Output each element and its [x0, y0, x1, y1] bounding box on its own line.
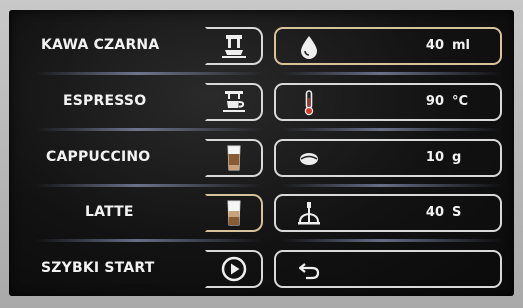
row-glow	[35, 72, 263, 75]
menu-row-cappuccino: CAPPUCCINO	[27, 139, 263, 187]
black-coffee-cup-icon	[219, 31, 249, 61]
coffee-bean-icon	[296, 146, 322, 172]
row-glow	[282, 239, 502, 242]
menu-row-espresso: ESPRESSO	[27, 83, 263, 131]
row-glow	[282, 72, 502, 75]
row-glow	[35, 128, 263, 131]
water-amount-button[interactable]: 40 ml	[274, 27, 502, 65]
menu-item-cappuccino[interactable]: CAPPUCCINO	[27, 139, 263, 177]
row-glow	[35, 184, 263, 187]
water-amount-unit: ml	[452, 38, 471, 53]
brewing-time-unit: S	[452, 205, 462, 220]
menu-item-label: SZYBKI START	[41, 260, 155, 276]
menu-item-kawa-czarna[interactable]: KAWA CZARNA	[27, 27, 263, 65]
menu-item-szybki-start[interactable]: SZYBKI START	[27, 250, 263, 288]
param-row-water: 40 ml	[274, 27, 502, 75]
menu-item-label: LATTE	[85, 204, 134, 220]
water-drop-icon	[296, 34, 322, 60]
menu-row-kawa-czarna: KAWA CZARNA	[27, 27, 263, 75]
row-glow	[35, 239, 263, 242]
latte-glass-icon	[219, 198, 249, 228]
cappuccino-glass-icon	[219, 143, 249, 173]
touch-screen: KAWA CZARNA ESPRESSO CAPPUCCINO LATTE SZ…	[9, 10, 514, 296]
coffee-amount-button[interactable]: 10 g	[274, 139, 502, 177]
menu-row-latte: LATTE	[27, 194, 263, 242]
back-button[interactable]	[274, 250, 502, 288]
menu-item-espresso[interactable]: ESPRESSO	[27, 83, 263, 121]
brewing-time-value: 40	[425, 205, 444, 220]
param-row-temperature: 90 °C	[274, 83, 502, 131]
menu-row-szybki-start: SZYBKI START	[27, 250, 263, 290]
menu-item-label: ESPRESSO	[63, 93, 147, 109]
thermometer-icon	[296, 90, 322, 116]
temperature-value: 90	[425, 94, 444, 109]
param-row-coffee: 10 g	[274, 139, 502, 187]
water-amount-value: 40	[425, 38, 444, 53]
play-icon	[219, 254, 249, 284]
back-arrow-icon	[296, 257, 322, 283]
espresso-cup-icon	[219, 87, 249, 117]
menu-item-label: CAPPUCCINO	[46, 149, 151, 165]
row-glow	[282, 184, 502, 187]
coffee-amount-unit: g	[452, 150, 462, 165]
brewing-time-button[interactable]: 40 S	[274, 194, 502, 232]
brewing-time-icon	[296, 201, 322, 227]
param-row-time: 40 S	[274, 194, 502, 242]
temperature-unit: °C	[452, 94, 469, 109]
menu-item-latte[interactable]: LATTE	[27, 194, 263, 232]
temperature-button[interactable]: 90 °C	[274, 83, 502, 121]
param-row-back	[274, 250, 502, 290]
coffee-amount-value: 10	[425, 150, 444, 165]
menu-item-label: KAWA CZARNA	[41, 37, 160, 53]
row-glow	[282, 128, 502, 131]
